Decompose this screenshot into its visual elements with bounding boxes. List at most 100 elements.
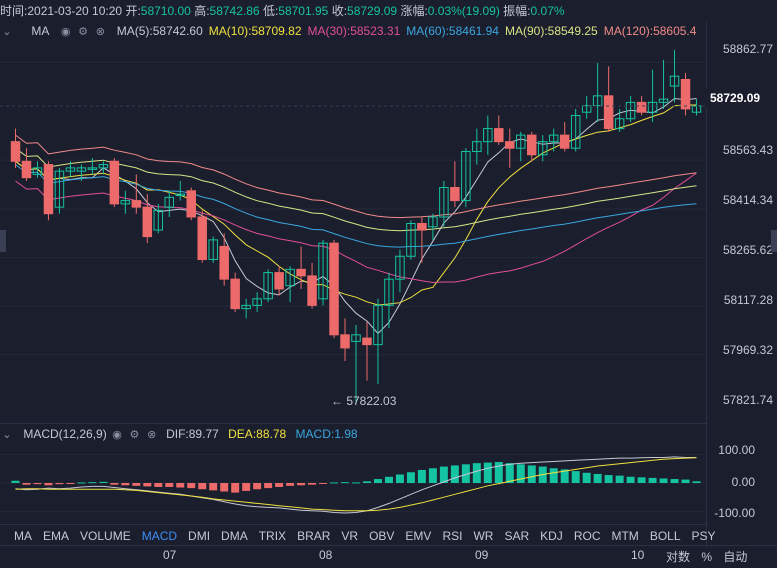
macd-histogram-bar xyxy=(176,483,185,488)
close-icon[interactable]: ⊗ xyxy=(145,426,159,444)
macd-histogram-bar xyxy=(286,483,295,486)
price-axis-label: 58862.77 xyxy=(722,42,773,56)
tab-sar[interactable]: SAR xyxy=(504,527,529,545)
price-axis-label: 58265.62 xyxy=(722,243,773,257)
macd-legend: ⌄ MACD(12,26,9) ◉ ⚙ ⊗ DIF:89.77 DEA:88.7… xyxy=(0,425,358,444)
eye-icon[interactable]: ◉ xyxy=(110,426,124,444)
tab-volume[interactable]: VOLUME xyxy=(80,527,131,545)
macd-histogram-bar xyxy=(297,483,306,486)
macd-histogram-bar xyxy=(341,482,350,484)
candle-body xyxy=(329,242,339,336)
candle-body xyxy=(109,160,120,205)
dif-value: DIF:89.77 xyxy=(166,427,219,441)
tab-macd[interactable]: MACD xyxy=(142,527,177,545)
tabs-separator xyxy=(0,524,706,525)
percent-scale-button[interactable]: % xyxy=(701,550,712,564)
macd-chart[interactable] xyxy=(0,443,706,523)
tab-brar[interactable]: BRAR xyxy=(297,527,330,545)
macd-histogram-bar xyxy=(505,463,514,483)
macd-histogram-bar xyxy=(220,483,229,492)
candle-body xyxy=(274,272,284,290)
macd-histogram-bar xyxy=(44,483,53,486)
macd-histogram-bar xyxy=(154,483,163,487)
tab-ema[interactable]: EMA xyxy=(43,527,69,545)
macd-histogram-bar xyxy=(198,483,207,490)
price-axis-label: 58414.34 xyxy=(722,193,773,207)
macd-histogram-bar xyxy=(516,464,525,483)
date-label: 07 xyxy=(163,548,177,562)
macd-histogram-bar xyxy=(264,483,273,489)
collapse-chevron-icon[interactable]: ⌄ xyxy=(0,23,14,41)
tab-rsi[interactable]: RSI xyxy=(442,527,462,545)
tab-psy[interactable]: PSY xyxy=(692,527,716,545)
low-price-marker: ← 57822.03 xyxy=(331,394,397,408)
candlestick-chart[interactable] xyxy=(0,40,706,425)
macd-histogram-bar xyxy=(615,475,624,483)
candle-body xyxy=(527,134,537,156)
macd-histogram-bar xyxy=(77,482,86,484)
macd-histogram-bar xyxy=(362,481,371,483)
tab-trix[interactable]: TRIX xyxy=(259,527,286,545)
macd-histogram-bar xyxy=(11,480,20,483)
macd-histogram-bar xyxy=(22,483,31,485)
macd-histogram-bar xyxy=(319,483,328,484)
close-icon[interactable]: ⊗ xyxy=(93,23,107,41)
right-scroll-handle[interactable] xyxy=(771,230,777,252)
macd-histogram-bar xyxy=(132,483,141,486)
ma-legend-item: MA(90):58549.25 xyxy=(504,24,598,38)
high-value: 58742.86 xyxy=(209,4,260,18)
macd-histogram-bar xyxy=(187,483,196,489)
tab-dmi[interactable]: DMI xyxy=(188,527,210,545)
tab-emv[interactable]: EMV xyxy=(405,527,431,545)
left-scroll-handle[interactable] xyxy=(0,230,6,252)
tab-kdj[interactable]: KDJ xyxy=(540,527,563,545)
macd-histogram-bar xyxy=(483,462,492,483)
candle-body xyxy=(197,216,207,261)
macd-histogram-bar xyxy=(527,465,536,483)
macd-histogram-bar xyxy=(165,483,174,487)
open-label: 开: xyxy=(125,4,141,18)
candle-body xyxy=(636,101,647,113)
auto-scale-button[interactable]: 自动 xyxy=(723,550,747,564)
dea-value: DEA:88.78 xyxy=(228,427,287,441)
macd-histogram-bar xyxy=(373,479,382,483)
price-axis-label: 58563.43 xyxy=(722,143,773,157)
low-value: 58701.95 xyxy=(278,4,329,18)
macd-histogram-bar xyxy=(275,483,284,487)
candle-body xyxy=(307,275,317,306)
candle-body xyxy=(559,134,570,149)
ma-legend-item: MA(10):58709.82 xyxy=(208,24,302,38)
settings-gear-icon[interactable]: ⚙ xyxy=(127,426,141,444)
ma-line xyxy=(15,97,697,335)
candle-body xyxy=(494,128,504,143)
macd-value: MACD:1.98 xyxy=(295,427,358,441)
tab-mtm[interactable]: MTM xyxy=(611,527,638,545)
close-label: 收: xyxy=(331,4,348,18)
macd-histogram-bar xyxy=(648,477,657,483)
macd-axis-label: -100.00 xyxy=(714,506,755,520)
tab-wr[interactable]: WR xyxy=(473,527,493,545)
macd-histogram-bar xyxy=(604,475,613,483)
macd-histogram-bar xyxy=(231,483,240,493)
tab-dma[interactable]: DMA xyxy=(221,527,248,545)
settings-gear-icon[interactable]: ⚙ xyxy=(76,23,90,41)
log-scale-button[interactable]: 对数 xyxy=(666,550,690,564)
tab-boll[interactable]: BOLL xyxy=(650,527,681,545)
pane-separator[interactable] xyxy=(0,423,706,424)
macd-histogram-bar xyxy=(670,479,679,483)
eye-icon[interactable]: ◉ xyxy=(59,23,73,41)
tab-obv[interactable]: OBV xyxy=(369,527,394,545)
tab-ma[interactable]: MA xyxy=(14,527,32,545)
current-price-tag: 58729.09 xyxy=(706,88,777,108)
macd-histogram-bar xyxy=(406,472,415,483)
date-label: 09 xyxy=(475,548,489,562)
time-axis[interactable] xyxy=(0,545,777,568)
amplitude-label: 振幅: xyxy=(503,4,531,18)
ma-legend: ⌄ MA ◉ ⚙ ⊗ MA(5):58742.60 MA(10):58709.82… xyxy=(0,22,702,40)
tab-vr[interactable]: VR xyxy=(341,527,358,545)
macd-histogram-bar xyxy=(33,483,42,485)
macd-histogram-bar xyxy=(66,483,75,484)
candle-body xyxy=(296,268,306,277)
tab-roc[interactable]: ROC xyxy=(574,527,601,545)
collapse-chevron-icon[interactable]: ⌄ xyxy=(0,426,14,444)
